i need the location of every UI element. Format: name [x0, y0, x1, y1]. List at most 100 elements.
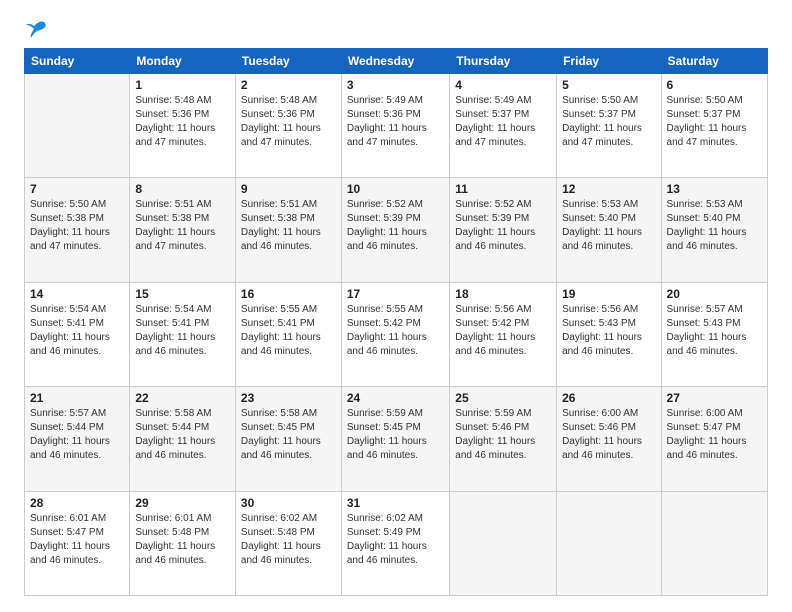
- calendar-cell: 24 Sunrise: 5:59 AM Sunset: 5:45 PM Dayli…: [341, 387, 449, 491]
- calendar-cell: 6Sunrise: 5:50 AM Sunset: 5:37 PM Daylig…: [661, 74, 767, 178]
- day-info: Sunrise: 5:51 AM Sunset: 5:38 PM Dayligh…: [241, 198, 336, 254]
- calendar-cell: 3Sunrise: 5:49 AM Sunset: 5:36 PM Daylig…: [341, 74, 449, 178]
- header: [24, 20, 768, 38]
- calendar-cell: 22Sunrise: 5:58 AM Sunset: 5:44 PM Dayli…: [130, 387, 236, 491]
- calendar-cell: 5 Sunrise: 5:50 AM Sunset: 5:37 PM Daylig…: [557, 74, 661, 178]
- day-number: 25: [455, 391, 551, 405]
- day-info: Sunrise: 5:59 AM Sunset: 5:46 PM Dayligh…: [455, 407, 551, 463]
- day-number: 12: [562, 182, 655, 196]
- calendar-header-saturday: Saturday: [661, 49, 767, 74]
- day-info: Sunrise: 5:54 AM Sunset: 5:41 PM Dayligh…: [135, 303, 230, 359]
- day-number: 8: [135, 182, 230, 196]
- day-number: 4: [455, 78, 551, 92]
- day-number: 24: [347, 391, 444, 405]
- day-number: 19: [562, 287, 655, 301]
- day-info: Sunrise: 5:57 AM Sunset: 5:44 PM Dayligh…: [30, 407, 124, 463]
- day-info: Sunrise: 6:00 AM Sunset: 5:47 PM Dayligh…: [667, 407, 762, 463]
- day-number: 15: [135, 287, 230, 301]
- calendar-cell: [25, 74, 130, 178]
- calendar-cell: 30 Sunrise: 6:02 AM Sunset: 5:48 PM Dayli…: [235, 491, 341, 595]
- day-info: Sunrise: 5:52 AM Sunset: 5:39 PM Dayligh…: [455, 198, 551, 254]
- calendar-week-row: 21 Sunrise: 5:57 AM Sunset: 5:44 PM Dayli…: [25, 387, 768, 491]
- day-info: Sunrise: 5:50 AM Sunset: 5:37 PM Dayligh…: [562, 94, 655, 150]
- calendar-cell: 25 Sunrise: 5:59 AM Sunset: 5:46 PM Dayli…: [450, 387, 557, 491]
- day-number: 10: [347, 182, 444, 196]
- day-number: 27: [667, 391, 762, 405]
- day-number: 5: [562, 78, 655, 92]
- calendar-cell: 18Sunrise: 5:56 AM Sunset: 5:42 PM Dayli…: [450, 282, 557, 386]
- calendar-cell: 10 Sunrise: 5:52 AM Sunset: 5:39 PM Dayli…: [341, 178, 449, 282]
- day-number: 2: [241, 78, 336, 92]
- day-info: Sunrise: 5:58 AM Sunset: 5:45 PM Dayligh…: [241, 407, 336, 463]
- calendar-cell: [450, 491, 557, 595]
- day-number: 31: [347, 496, 444, 510]
- day-number: 7: [30, 182, 124, 196]
- logo-bird-icon: [26, 20, 48, 40]
- calendar-cell: 1 Sunrise: 5:48 AM Sunset: 5:36 PM Daylig…: [130, 74, 236, 178]
- calendar-cell: 13 Sunrise: 5:53 AM Sunset: 5:40 PM Dayli…: [661, 178, 767, 282]
- calendar-cell: 14Sunrise: 5:54 AM Sunset: 5:41 PM Dayli…: [25, 282, 130, 386]
- day-number: 9: [241, 182, 336, 196]
- day-number: 18: [455, 287, 551, 301]
- day-number: 1: [135, 78, 230, 92]
- calendar-cell: 28Sunrise: 6:01 AM Sunset: 5:47 PM Dayli…: [25, 491, 130, 595]
- page: SundayMondayTuesdayWednesdayThursdayFrid…: [0, 0, 792, 612]
- day-info: Sunrise: 6:01 AM Sunset: 5:48 PM Dayligh…: [135, 512, 230, 568]
- calendar-cell: 26 Sunrise: 6:00 AM Sunset: 5:46 PM Dayli…: [557, 387, 661, 491]
- calendar-cell: 4 Sunrise: 5:49 AM Sunset: 5:37 PM Daylig…: [450, 74, 557, 178]
- calendar-week-row: 14 Sunrise: 5:54 AM Sunset: 5:41 PM Dayli…: [25, 282, 768, 386]
- day-info: Sunrise: 5:53 AM Sunset: 5:40 PM Dayligh…: [667, 198, 762, 254]
- day-number: 14: [30, 287, 124, 301]
- day-info: Sunrise: 5:58 AM Sunset: 5:44 PM Dayligh…: [135, 407, 230, 463]
- calendar-header-monday: Monday: [130, 49, 236, 74]
- day-info: Sunrise: 6:00 AM Sunset: 5:46 PM Dayligh…: [562, 407, 655, 463]
- day-number: 26: [562, 391, 655, 405]
- calendar-cell: 27 Sunrise: 6:00 AM Sunset: 5:47 PM Dayli…: [661, 387, 767, 491]
- calendar-header-wednesday: Wednesday: [341, 49, 449, 74]
- day-info: Sunrise: 5:52 AM Sunset: 5:39 PM Dayligh…: [347, 198, 444, 254]
- day-number: 23: [241, 391, 336, 405]
- day-info: Sunrise: 5:50 AM Sunset: 5:38 PM Dayligh…: [30, 198, 124, 254]
- day-info: Sunrise: 5:56 AM Sunset: 5:43 PM Dayligh…: [562, 303, 655, 359]
- day-info: Sunrise: 5:48 AM Sunset: 5:36 PM Dayligh…: [241, 94, 336, 150]
- calendar-week-row: 1 Sunrise: 5:48 AM Sunset: 5:36 PM Daylig…: [25, 74, 768, 178]
- day-number: 11: [455, 182, 551, 196]
- day-info: Sunrise: 6:02 AM Sunset: 5:49 PM Dayligh…: [347, 512, 444, 568]
- calendar-cell: 15 Sunrise: 5:54 AM Sunset: 5:41 PM Dayli…: [130, 282, 236, 386]
- day-number: 21: [30, 391, 124, 405]
- day-number: 20: [667, 287, 762, 301]
- calendar-header-thursday: Thursday: [450, 49, 557, 74]
- calendar-cell: 19 Sunrise: 5:56 AM Sunset: 5:43 PM Dayli…: [557, 282, 661, 386]
- calendar-cell: 17 Sunrise: 5:55 AM Sunset: 5:42 PM Dayli…: [341, 282, 449, 386]
- calendar-header-friday: Friday: [557, 49, 661, 74]
- calendar-header-sunday: Sunday: [25, 49, 130, 74]
- day-info: Sunrise: 5:49 AM Sunset: 5:36 PM Dayligh…: [347, 94, 444, 150]
- day-info: Sunrise: 5:57 AM Sunset: 5:43 PM Dayligh…: [667, 303, 762, 359]
- day-number: 30: [241, 496, 336, 510]
- calendar-cell: 31 Sunrise: 6:02 AM Sunset: 5:49 PM Dayli…: [341, 491, 449, 595]
- calendar-cell: [557, 491, 661, 595]
- day-info: Sunrise: 5:49 AM Sunset: 5:37 PM Dayligh…: [455, 94, 551, 150]
- calendar-cell: 11 Sunrise: 5:52 AM Sunset: 5:39 PM Dayli…: [450, 178, 557, 282]
- calendar-cell: 8Sunrise: 5:51 AM Sunset: 5:38 PM Daylig…: [130, 178, 236, 282]
- day-info: Sunrise: 6:02 AM Sunset: 5:48 PM Dayligh…: [241, 512, 336, 568]
- calendar-cell: 2 Sunrise: 5:48 AM Sunset: 5:36 PM Daylig…: [235, 74, 341, 178]
- calendar-table: SundayMondayTuesdayWednesdayThursdayFrid…: [24, 48, 768, 596]
- day-info: Sunrise: 5:59 AM Sunset: 5:45 PM Dayligh…: [347, 407, 444, 463]
- day-info: Sunrise: 5:48 AM Sunset: 5:36 PM Dayligh…: [135, 94, 230, 150]
- calendar-cell: 29Sunrise: 6:01 AM Sunset: 5:48 PM Dayli…: [130, 491, 236, 595]
- day-info: Sunrise: 6:01 AM Sunset: 5:47 PM Dayligh…: [30, 512, 124, 568]
- day-number: 16: [241, 287, 336, 301]
- calendar-cell: 20 Sunrise: 5:57 AM Sunset: 5:43 PM Dayli…: [661, 282, 767, 386]
- calendar-cell: 7 Sunrise: 5:50 AM Sunset: 5:38 PM Daylig…: [25, 178, 130, 282]
- calendar-cell: 9 Sunrise: 5:51 AM Sunset: 5:38 PM Daylig…: [235, 178, 341, 282]
- day-number: 17: [347, 287, 444, 301]
- calendar-week-row: 7 Sunrise: 5:50 AM Sunset: 5:38 PM Daylig…: [25, 178, 768, 282]
- day-info: Sunrise: 5:55 AM Sunset: 5:42 PM Dayligh…: [347, 303, 444, 359]
- logo: [24, 20, 48, 38]
- calendar-header-row: SundayMondayTuesdayWednesdayThursdayFrid…: [25, 49, 768, 74]
- day-number: 13: [667, 182, 762, 196]
- day-info: Sunrise: 5:55 AM Sunset: 5:41 PM Dayligh…: [241, 303, 336, 359]
- calendar-week-row: 28Sunrise: 6:01 AM Sunset: 5:47 PM Dayli…: [25, 491, 768, 595]
- day-info: Sunrise: 5:53 AM Sunset: 5:40 PM Dayligh…: [562, 198, 655, 254]
